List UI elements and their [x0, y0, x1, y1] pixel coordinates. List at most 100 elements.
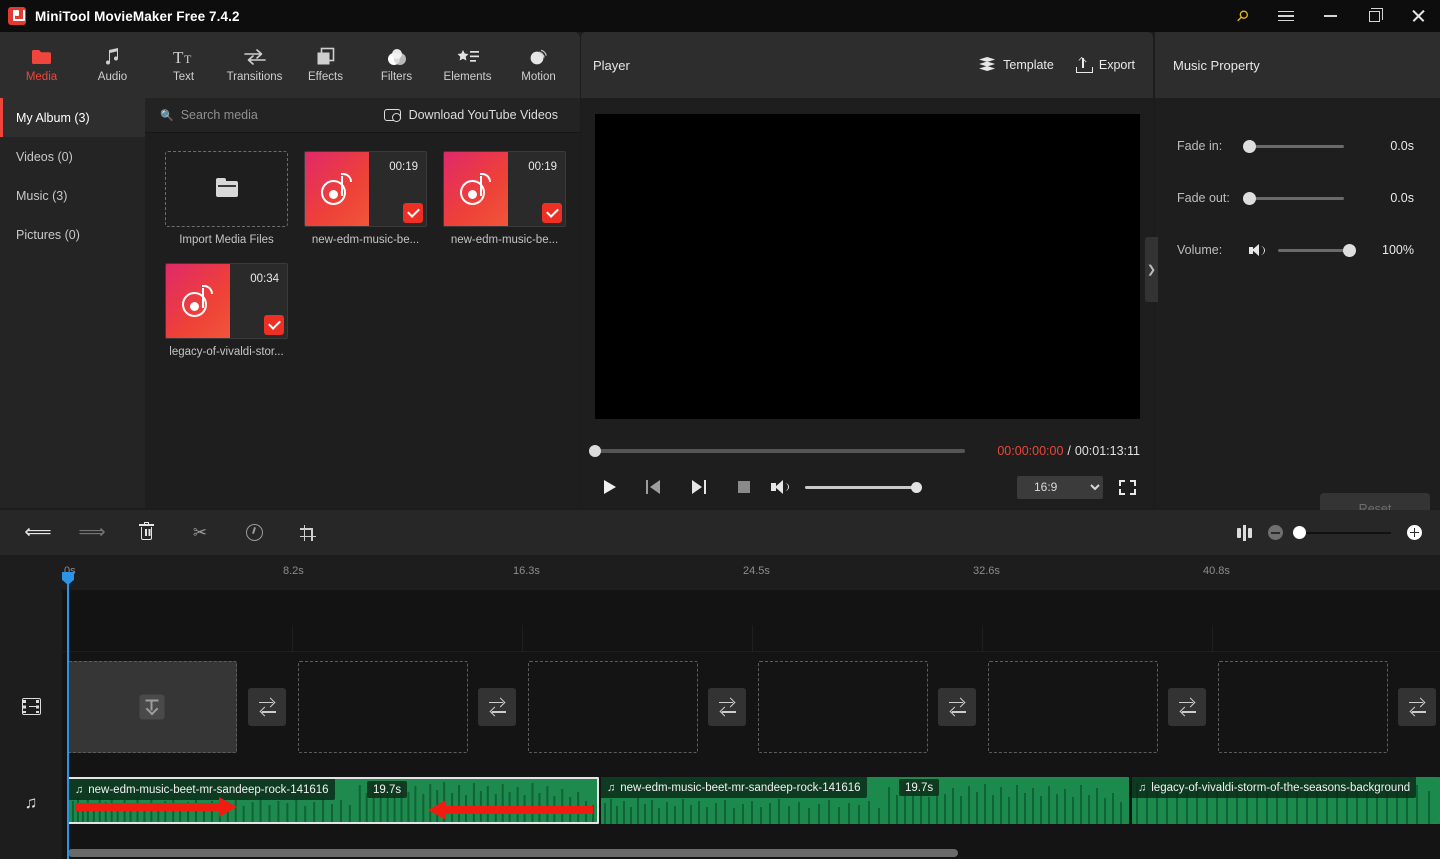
transition-placeholder[interactable]: [938, 688, 976, 726]
sidebar-item-music[interactable]: Music (3): [0, 176, 145, 215]
volume-slider[interactable]: [1278, 243, 1356, 257]
sidebar-item-videos[interactable]: Videos (0): [0, 137, 145, 176]
media-checked-badge[interactable]: [403, 203, 423, 223]
timeline-ruler[interactable]: 0s 8.2s 16.3s 24.5s 32.6s 40.8s: [62, 555, 1440, 590]
volume-knob[interactable]: [1343, 243, 1356, 257]
zoom-in-button[interactable]: [1407, 525, 1422, 540]
overlay-track[interactable]: [62, 590, 1440, 687]
media-thumbnail[interactable]: 00:19: [443, 151, 566, 227]
media-checked-badge[interactable]: [542, 203, 562, 223]
media-item[interactable]: 00:19 new-edm-music-be...: [304, 151, 427, 246]
transition-placeholder[interactable]: [1168, 688, 1206, 726]
panel-collapse-toggle[interactable]: ❯: [1145, 237, 1158, 302]
fade-out-knob[interactable]: [1243, 191, 1256, 205]
fullscreen-icon[interactable]: [1119, 479, 1136, 495]
speed-button[interactable]: [234, 516, 274, 550]
zoom-slider[interactable]: [1293, 525, 1391, 539]
undo-button[interactable]: ⟸: [18, 516, 58, 550]
search-container[interactable]: 🔍: [160, 108, 371, 122]
audio-track[interactable]: ♫ new-edm-music-beet-mr-sandeep-rock-141…: [62, 760, 1440, 845]
sidebar-item-label: Music (3): [16, 188, 68, 203]
transition-placeholder[interactable]: [478, 688, 516, 726]
sidebar-item-my-album[interactable]: My Album (3): [0, 98, 145, 137]
export-button[interactable]: Export: [1075, 56, 1135, 73]
media-grid: Import Media Files 00:19 new-edm-music-b…: [145, 133, 580, 358]
zoom-out-button[interactable]: [1268, 525, 1283, 540]
audio-clip[interactable]: ♫ legacy-of-vivaldi-storm-of-the-seasons…: [1132, 777, 1440, 824]
import-dropzone[interactable]: [165, 151, 288, 227]
redo-button[interactable]: ⟹: [72, 516, 112, 550]
film-strip-icon: [21, 697, 41, 715]
import-media-tile[interactable]: Import Media Files: [165, 151, 288, 246]
layers-square-icon: [316, 46, 336, 67]
next-frame-button[interactable]: [683, 473, 713, 501]
fade-in-slider[interactable]: [1243, 139, 1344, 153]
video-slot[interactable]: [988, 661, 1158, 753]
close-icon: [1411, 9, 1425, 23]
media-checked-badge[interactable]: [264, 315, 284, 335]
transition-placeholder[interactable]: [248, 688, 286, 726]
video-slot[interactable]: [1218, 661, 1388, 753]
video-track-header[interactable]: [0, 652, 62, 760]
music-note-icon: ♫: [75, 783, 84, 796]
delete-button[interactable]: [126, 516, 166, 550]
media-item[interactable]: 00:34 legacy-of-vivaldi-stor...: [165, 263, 288, 358]
video-slot[interactable]: [758, 661, 928, 753]
tab-motion[interactable]: Motion: [503, 34, 574, 96]
license-key-button[interactable]: ⚲: [1220, 0, 1264, 32]
tab-filters[interactable]: Filters: [361, 34, 432, 96]
video-preview-stage[interactable]: [595, 114, 1140, 419]
maximize-icon: [1368, 8, 1384, 22]
tab-audio[interactable]: Audio: [77, 34, 148, 96]
player-volume-slider[interactable]: [805, 481, 922, 493]
template-button[interactable]: Template: [979, 57, 1054, 72]
close-button[interactable]: [1396, 0, 1440, 32]
media-duration: 00:19: [528, 161, 557, 173]
crop-button[interactable]: [288, 516, 328, 550]
volume-speaker-icon[interactable]: [771, 480, 789, 494]
tab-effects[interactable]: Effects: [290, 34, 361, 96]
player-volume-knob[interactable]: [911, 481, 922, 493]
maximize-button[interactable]: [1352, 0, 1396, 32]
media-thumbnail[interactable]: 00:19: [304, 151, 427, 227]
video-slot[interactable]: [298, 661, 468, 753]
media-item[interactable]: 00:19 new-edm-music-be...: [443, 151, 566, 246]
video-slot[interactable]: [67, 661, 237, 753]
media-thumbnail[interactable]: 00:34: [165, 263, 288, 339]
download-youtube-button[interactable]: Download YouTube Videos: [383, 108, 558, 122]
tab-elements[interactable]: Elements: [432, 34, 503, 96]
sidebar-item-pictures[interactable]: Pictures (0): [0, 215, 145, 254]
timeline-scrollbar[interactable]: [62, 849, 1440, 857]
audio-clip[interactable]: ♫ new-edm-music-beet-mr-sandeep-rock-141…: [67, 777, 599, 824]
play-button[interactable]: [595, 473, 625, 501]
seek-slider[interactable]: [589, 445, 965, 457]
audio-clip[interactable]: ♫ new-edm-music-beet-mr-sandeep-rock-141…: [601, 777, 1129, 824]
previous-frame-button[interactable]: [639, 473, 669, 501]
audio-art: [166, 264, 230, 338]
zoom-knob[interactable]: [1293, 525, 1306, 539]
aspect-ratio-select[interactable]: 16:9: [1017, 475, 1103, 499]
video-track[interactable]: [62, 652, 1440, 760]
audio-track-header[interactable]: ♫: [0, 760, 62, 845]
transition-placeholder[interactable]: [708, 688, 746, 726]
speaker-icon[interactable]: [1249, 243, 1266, 257]
video-slot[interactable]: [528, 661, 698, 753]
menu-button[interactable]: [1264, 0, 1308, 32]
svg-text:T: T: [173, 48, 184, 66]
transition-placeholder[interactable]: [1398, 688, 1436, 726]
search-input[interactable]: [180, 108, 371, 122]
stop-button[interactable]: [729, 473, 759, 501]
timeline-scrollbar-thumb[interactable]: [68, 849, 958, 857]
fade-out-slider[interactable]: [1243, 191, 1344, 205]
tab-media[interactable]: Media: [6, 34, 77, 96]
audio-clip-name: legacy-of-vivaldi-storm-of-the-seasons-b…: [1151, 781, 1411, 794]
playhead[interactable]: [62, 572, 74, 859]
fade-in-knob[interactable]: [1243, 139, 1256, 153]
seek-knob[interactable]: [589, 445, 601, 457]
fit-to-screen-icon[interactable]: [1236, 524, 1252, 541]
tab-transitions[interactable]: Transitions: [219, 34, 290, 96]
current-time: 00:00:00:00: [997, 444, 1064, 458]
tab-text[interactable]: TT Text: [148, 34, 219, 96]
minimize-button[interactable]: [1308, 0, 1352, 32]
split-button[interactable]: ✂: [180, 516, 220, 550]
